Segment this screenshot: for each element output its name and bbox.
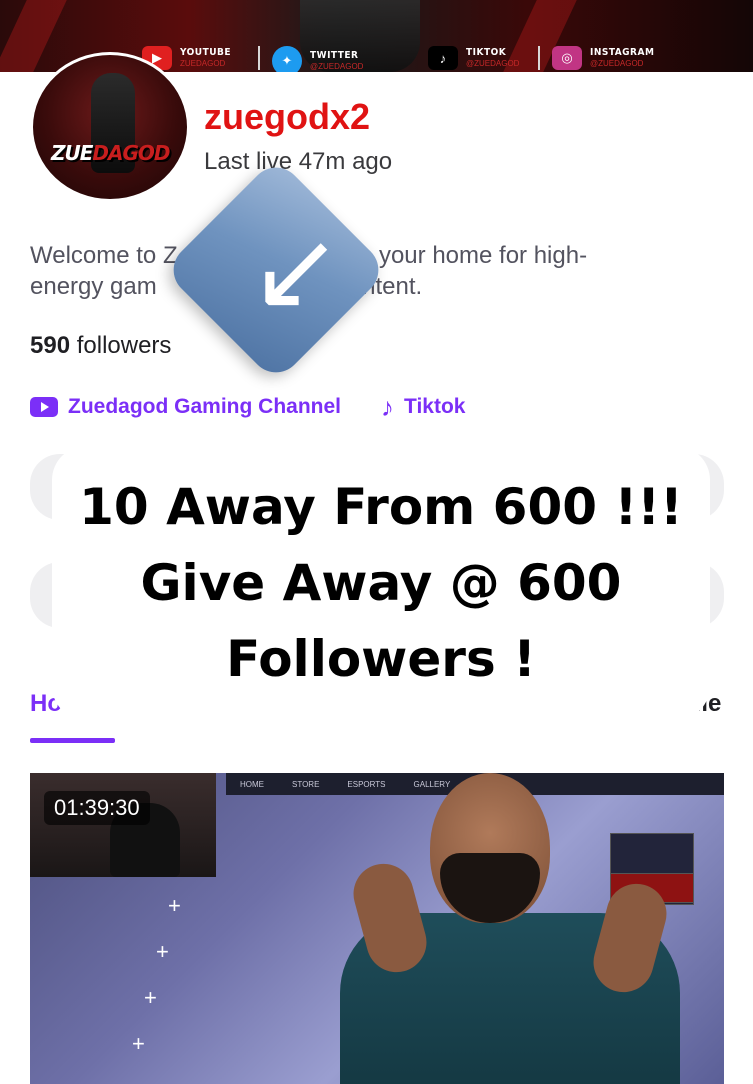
social-handle: @ZUEDAGOD bbox=[310, 62, 364, 71]
twitter-icon: ✦ bbox=[272, 46, 302, 72]
social-label: INSTAGRAM bbox=[590, 47, 655, 58]
caption-overlay: 10 Away From 600 !!! Give Away @ 600 Fol… bbox=[52, 446, 710, 720]
avatar[interactable]: ZUEDAGOD bbox=[30, 52, 190, 202]
plus-icon: + bbox=[144, 985, 157, 1010]
avatar-logo-red: DAGOD bbox=[92, 141, 170, 165]
instagram-icon: ◎ bbox=[552, 46, 582, 70]
banner-decoration bbox=[0, 0, 67, 72]
tiktok-icon: ♪ bbox=[381, 392, 395, 422]
social-label: TIKTOK bbox=[466, 47, 507, 58]
active-tab-indicator bbox=[30, 738, 115, 743]
caption-line: 10 Away From 600 !!! bbox=[79, 478, 683, 536]
link-label: Tiktok bbox=[404, 395, 466, 418]
divider bbox=[538, 46, 540, 70]
tiktok-link[interactable]: ♪ Tiktok bbox=[381, 394, 465, 420]
youtube-channel-link[interactable]: Zuedagod Gaming Channel bbox=[30, 394, 341, 420]
channel-links: Zuedagod Gaming Channel ♪ Tiktok bbox=[30, 394, 465, 420]
social-label: YOUTUBE bbox=[180, 47, 232, 58]
divider bbox=[258, 46, 260, 70]
social-label: TWITTER bbox=[310, 50, 359, 61]
followers-number: 590 bbox=[30, 332, 71, 359]
social-instagram[interactable]: ◎ INSTAGRAM @ZUEDAGOD bbox=[552, 46, 654, 70]
stream-video-thumbnail[interactable]: HOME STORE ESPORTS GALLERY 01:39:30 + + + + bbox=[30, 773, 724, 1084]
followers-count: 590 followers bbox=[30, 332, 171, 360]
avatar-logo-white: ZUE bbox=[51, 141, 93, 165]
followers-label: followers bbox=[76, 332, 172, 359]
tiktok-icon: ♪ bbox=[428, 46, 458, 70]
caption-line: Followers ! bbox=[226, 630, 536, 688]
social-handle: @ZUEDAGOD bbox=[466, 59, 520, 68]
plus-icon: + bbox=[156, 939, 169, 964]
social-handle: ZUEDAGOD bbox=[180, 59, 226, 68]
channel-name[interactable]: zuegodx2 bbox=[204, 96, 370, 138]
plus-icon: + bbox=[168, 893, 181, 918]
video-timestamp: 01:39:30 bbox=[44, 791, 150, 825]
link-label: Zuedagod Gaming Channel bbox=[68, 395, 342, 418]
social-handle: @ZUEDAGOD bbox=[590, 59, 644, 68]
arrow-down-left-glyph: ↙ bbox=[249, 206, 343, 334]
youtube-icon bbox=[30, 397, 58, 417]
reaction-person bbox=[330, 773, 690, 1084]
webcam-overlay bbox=[30, 773, 216, 877]
social-twitter[interactable]: ✦ TWITTER @ZUEDAGOD bbox=[272, 46, 363, 72]
social-tiktok[interactable]: ♪ TIKTOK @ZUEDAGOD bbox=[428, 46, 519, 70]
last-live-status: Last live 47m ago bbox=[204, 148, 393, 175]
plus-icon: + bbox=[132, 1031, 145, 1056]
caption-line: Give Away @ 600 bbox=[140, 554, 622, 612]
avatar-logo: ZUEDAGOD bbox=[51, 141, 171, 165]
